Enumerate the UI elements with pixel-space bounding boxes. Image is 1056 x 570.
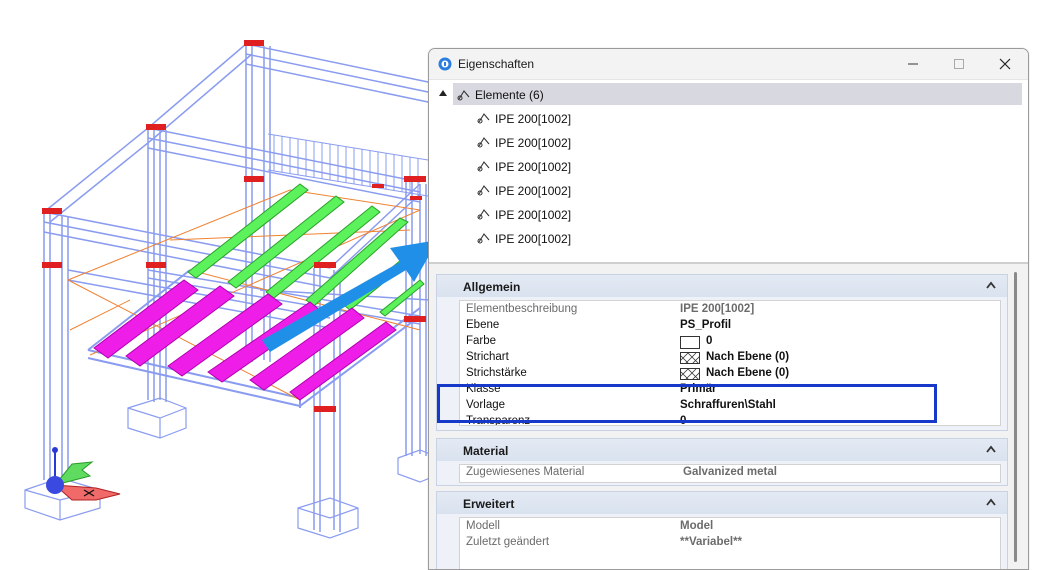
property-row-farbe[interactable]: Farbe 0 xyxy=(460,334,1000,350)
element-tree[interactable]: Elemente (6) IPE 200[1002] IPE 200[1002]… xyxy=(429,80,1028,260)
group-material: Material Zugewiesenes Material Galvanize… xyxy=(436,438,1008,486)
property-value[interactable]: Nach Ebene (0) xyxy=(706,367,789,379)
property-row-strichart[interactable]: Strichart Nach Ebene (0) xyxy=(460,350,1000,366)
tree-item-label: IPE 200[1002] xyxy=(495,160,572,174)
chevron-up-icon[interactable] xyxy=(986,281,996,289)
scrollbar[interactable] xyxy=(1014,272,1017,562)
property-value[interactable]: Nach Ebene (0) xyxy=(706,351,789,363)
tree-item-label: IPE 200[1002] xyxy=(495,208,572,222)
property-key: Strichart xyxy=(466,351,509,363)
group-header-erweitert[interactable]: Erweitert xyxy=(437,492,1007,514)
tree-item[interactable]: IPE 200[1002] xyxy=(475,155,775,177)
group-erweitert: Erweitert Modell Model Zuletzt geändert … xyxy=(436,491,1008,569)
chevron-up-icon[interactable] xyxy=(986,445,996,453)
maximize-icon xyxy=(954,59,964,69)
property-key: Elementbeschreibung xyxy=(466,303,578,315)
maximize-button[interactable] xyxy=(936,49,982,79)
property-row-strichstaerke[interactable]: Strichstärke Nach Ebene (0) xyxy=(460,366,1000,382)
group-header-allgemein[interactable]: Allgemein xyxy=(437,275,1007,297)
minimize-icon xyxy=(908,63,918,65)
footing xyxy=(24,397,431,539)
property-row-elementbeschreibung: Elementbeschreibung IPE 200[1002] xyxy=(460,302,1000,318)
property-value: **Variabel** xyxy=(680,536,743,548)
property-row-modell: Modell Model xyxy=(460,519,1000,535)
minimize-button[interactable] xyxy=(890,49,936,79)
close-icon xyxy=(999,58,1011,70)
property-grid: Modell Model Zuletzt geändert **Variabel… xyxy=(459,517,1001,569)
property-value[interactable]: PS_Profil xyxy=(680,319,731,331)
beam-icon xyxy=(477,137,490,148)
highlight-annotation xyxy=(437,384,937,423)
line-style-icon xyxy=(680,352,700,364)
chevron-up-icon[interactable] xyxy=(986,498,996,506)
tree-item[interactable]: IPE 200[1002] xyxy=(475,203,775,225)
railing xyxy=(267,133,429,197)
beam-icon xyxy=(477,233,490,244)
tree-item[interactable]: IPE 200[1002] xyxy=(475,107,775,129)
properties-icon xyxy=(438,57,452,71)
tree-item-label: IPE 200[1002] xyxy=(495,112,572,126)
beam-icon xyxy=(477,185,490,196)
tree-item-label: IPE 200[1002] xyxy=(495,232,572,246)
beam-icon xyxy=(477,161,490,172)
tree-item[interactable]: IPE 200[1002] xyxy=(475,131,775,153)
line-weight-icon xyxy=(680,368,700,380)
property-value: Model xyxy=(680,520,714,532)
close-button[interactable] xyxy=(982,49,1028,79)
property-value[interactable]: Galvanized metal xyxy=(460,466,1000,478)
group-header-material[interactable]: Material xyxy=(437,439,1007,461)
property-key: Strichstärke xyxy=(466,367,527,379)
collapse-arrow-icon[interactable] xyxy=(439,90,447,96)
property-key: Modell xyxy=(466,520,500,532)
tree-root-label: Elemente (6) xyxy=(475,88,544,102)
property-grid: Zugewiesenes Material Galvanized metal xyxy=(459,464,1001,483)
property-key: Farbe xyxy=(466,335,497,347)
property-row-material[interactable]: Zugewiesenes Material Galvanized metal xyxy=(460,465,1000,481)
window-title: Eigenschaften xyxy=(458,57,535,71)
property-value: IPE 200[1002] xyxy=(680,303,755,315)
group-title: Allgemein xyxy=(463,280,521,294)
property-row-ebene[interactable]: Ebene PS_Profil xyxy=(460,318,1000,334)
beam-icon xyxy=(477,209,490,220)
property-key: Zuletzt geändert xyxy=(466,536,550,548)
tree-item-label: IPE 200[1002] xyxy=(495,136,572,150)
element-node-icon xyxy=(457,90,470,101)
color-swatch-icon[interactable] xyxy=(680,336,700,349)
beam-icon xyxy=(477,113,490,124)
group-title: Material xyxy=(463,444,509,458)
group-title: Erweitert xyxy=(463,497,515,511)
title-bar[interactable]: Eigenschaften xyxy=(429,49,1028,80)
property-value[interactable]: 0 xyxy=(706,335,712,347)
axis-gizmo-icon xyxy=(46,447,121,501)
tree-item[interactable]: IPE 200[1002] xyxy=(475,227,775,249)
tree-item-label: IPE 200[1002] xyxy=(495,184,572,198)
tree-item[interactable]: IPE 200[1002] xyxy=(475,179,775,201)
tree-root-elements[interactable]: Elemente (6) xyxy=(439,83,1022,105)
property-key: Ebene xyxy=(466,319,500,331)
properties-window[interactable]: Eigenschaften Elemente (6) IPE 200[1002]… xyxy=(428,48,1029,570)
